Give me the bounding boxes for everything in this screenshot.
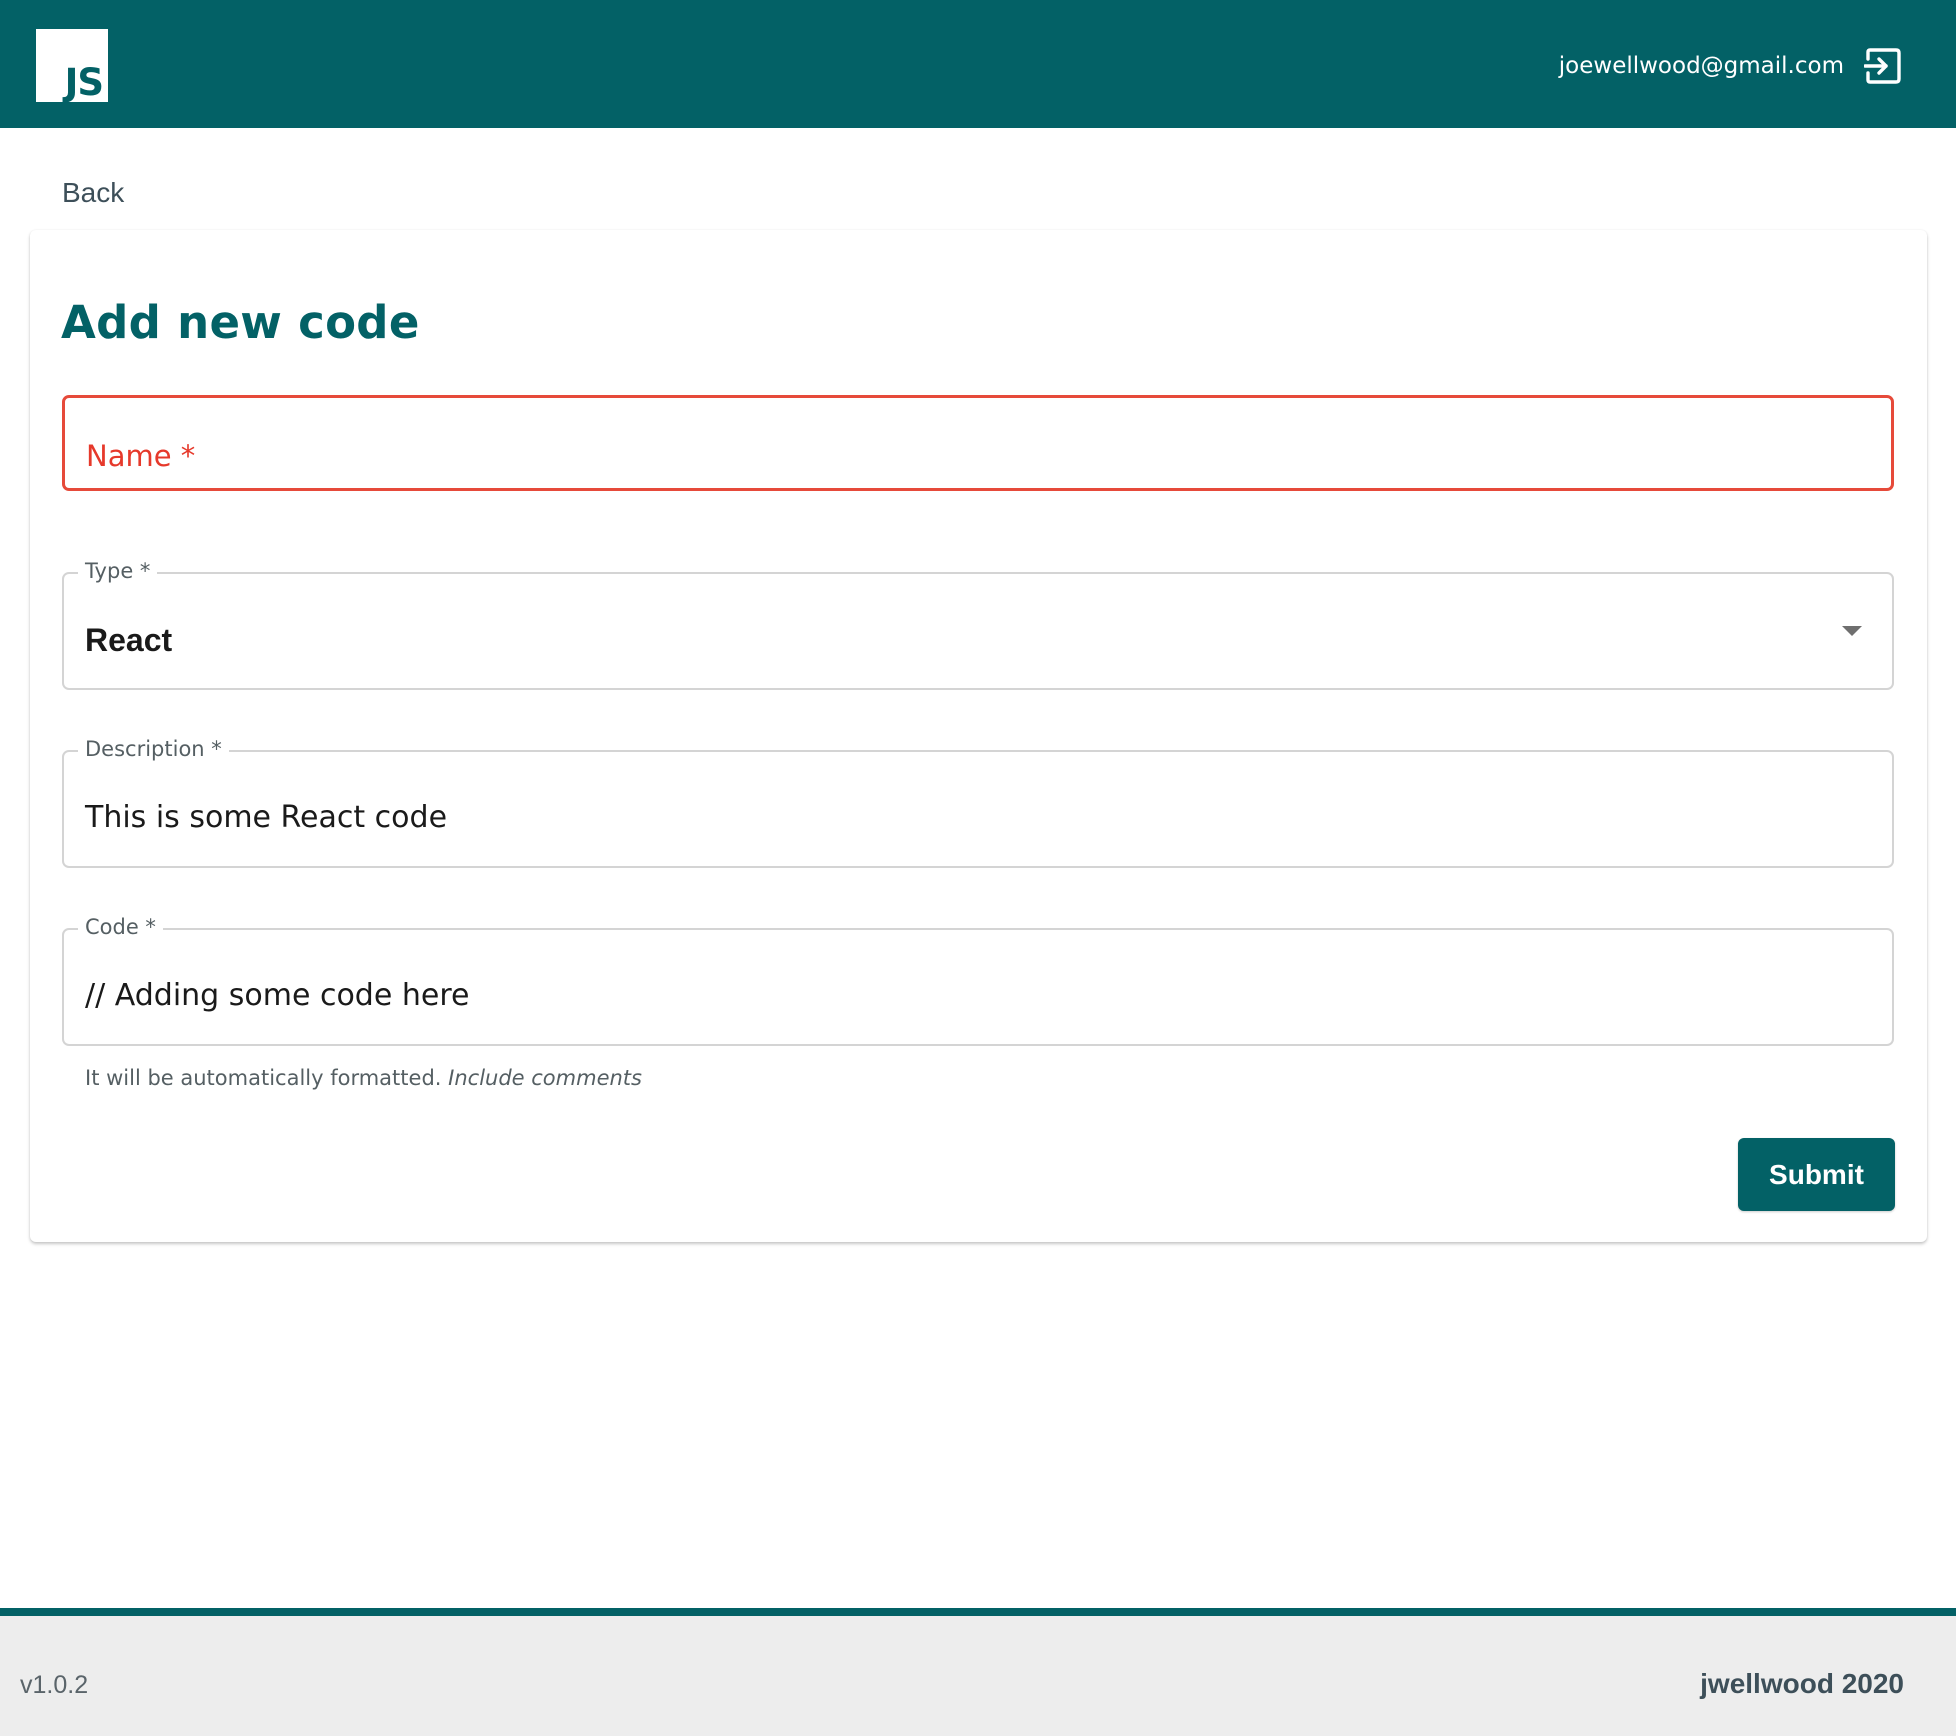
footer-credit: jwellwood 2020: [1700, 1668, 1904, 1699]
code-helper-text: It will be automatically formatted. Incl…: [85, 1064, 642, 1092]
type-select[interactable]: Type * React: [62, 557, 1894, 690]
back-link[interactable]: Back: [62, 176, 124, 210]
description-field[interactable]: Description * This is some React code: [62, 735, 1894, 868]
app-footer: v1.0.2 jwellwood 2020: [0, 1608, 1956, 1736]
description-field-value: This is some React code: [85, 800, 448, 835]
name-field[interactable]: Name *: [62, 395, 1894, 491]
type-select-value: React: [85, 622, 173, 658]
code-helper-emphasis: Include comments: [448, 1066, 642, 1090]
code-field[interactable]: Code * // Adding some code here: [62, 913, 1894, 1046]
name-field-label: Name *: [86, 439, 196, 473]
code-field-value: // Adding some code here: [85, 978, 470, 1013]
submit-button[interactable]: Submit: [1738, 1138, 1895, 1211]
code-field-label: Code *: [78, 913, 163, 941]
logout-icon[interactable]: [1864, 47, 1902, 85]
logo-text: JS: [64, 61, 104, 104]
page-title: Add new code: [61, 296, 420, 349]
app-root: JS joewellwood@gmail.com Back Add new co…: [0, 0, 1956, 1736]
app-logo[interactable]: JS: [36, 29, 108, 102]
code-helper-main: It will be automatically formatted.: [85, 1066, 442, 1090]
chevron-down-icon[interactable]: [1842, 626, 1862, 636]
type-select-label: Type *: [78, 557, 158, 585]
user-email: joewellwood@gmail.com: [1558, 53, 1844, 79]
app-header: JS joewellwood@gmail.com: [0, 0, 1956, 128]
description-field-label: Description *: [78, 735, 229, 763]
add-code-card: Add new code Name * Type * React Descrip…: [30, 230, 1927, 1242]
app-version: v1.0.2: [20, 1671, 89, 1699]
